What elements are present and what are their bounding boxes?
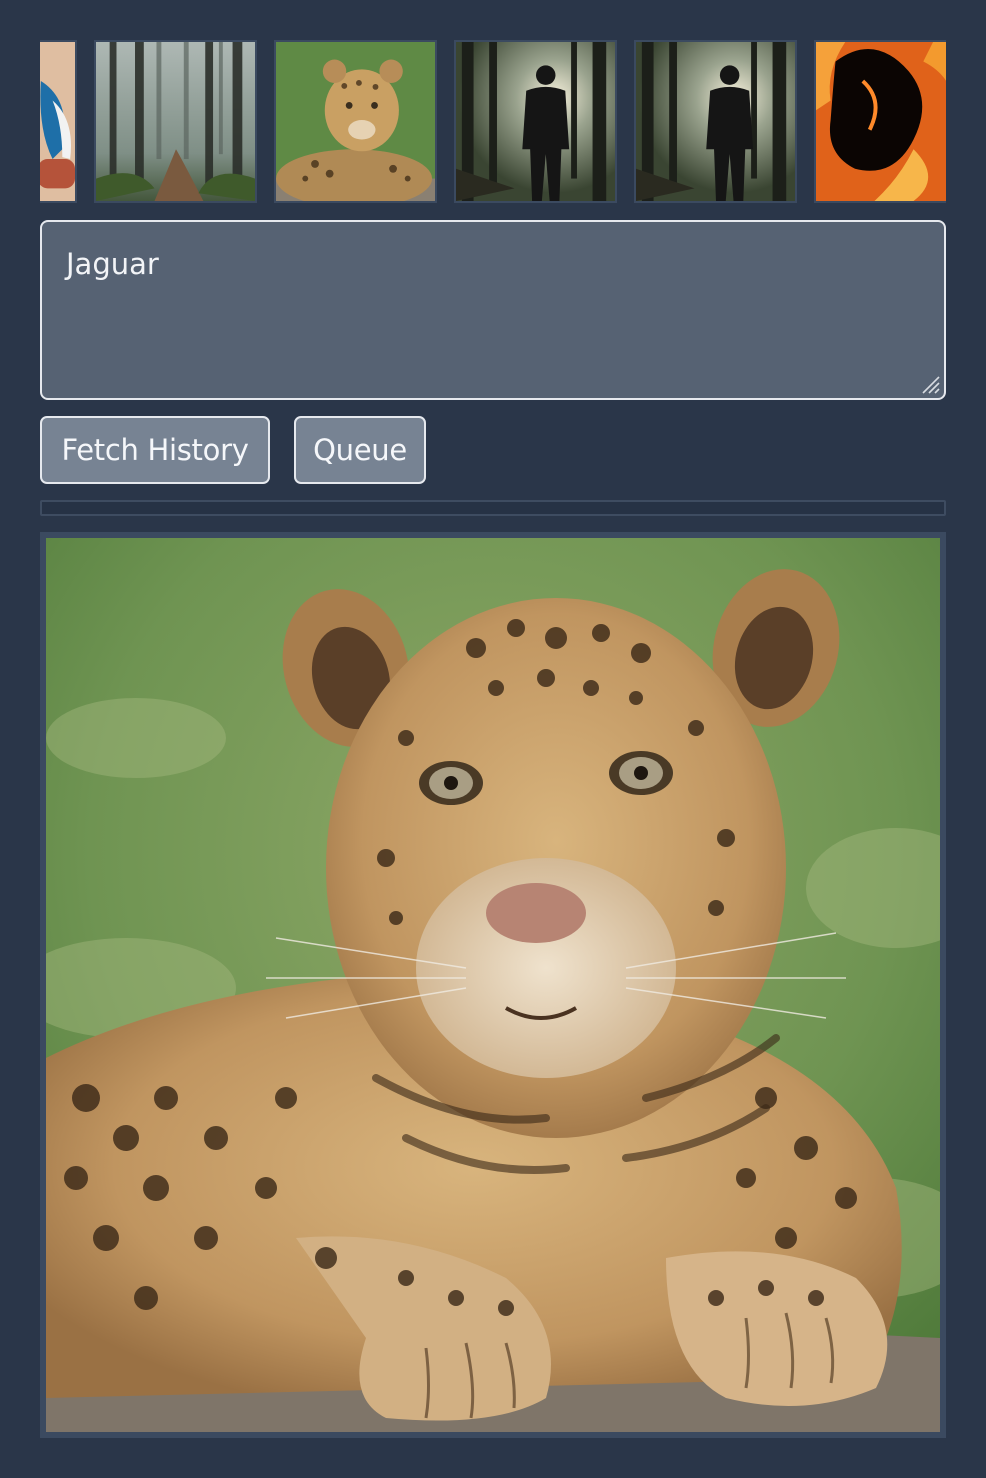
queue-button[interactable]: Queue <box>294 416 426 484</box>
history-thumbnail-jaguar[interactable] <box>274 40 437 203</box>
history-thumbnail-bird[interactable] <box>40 40 77 203</box>
jaguar-image-icon <box>46 538 940 1432</box>
progress-bar <box>40 500 946 516</box>
history-thumbnail-silhouette[interactable] <box>634 40 797 203</box>
generated-image <box>40 532 946 1438</box>
prompt-input[interactable]: Jaguar <box>40 220 946 400</box>
forest-thumbnail-icon <box>96 42 255 201</box>
resize-handle-icon[interactable] <box>918 372 940 394</box>
fire-thumbnail-icon <box>816 42 946 201</box>
history-thumbnail-silhouette[interactable] <box>454 40 617 203</box>
prompt-container: Jaguar <box>40 220 946 400</box>
forest-silhouette-thumbnail-icon <box>456 42 615 201</box>
history-thumbnail-strip[interactable] <box>40 40 946 203</box>
history-thumbnail-fire[interactable] <box>814 40 946 203</box>
fetch-history-button[interactable]: Fetch History <box>40 416 270 484</box>
bird-thumbnail-icon <box>40 42 75 201</box>
forest-silhouette-thumbnail-icon <box>636 42 795 201</box>
history-thumbnail-forest[interactable] <box>94 40 257 203</box>
jaguar-thumbnail-icon <box>276 42 435 201</box>
image-generator-app: Jaguar Fetch History Queue <box>0 0 986 1478</box>
